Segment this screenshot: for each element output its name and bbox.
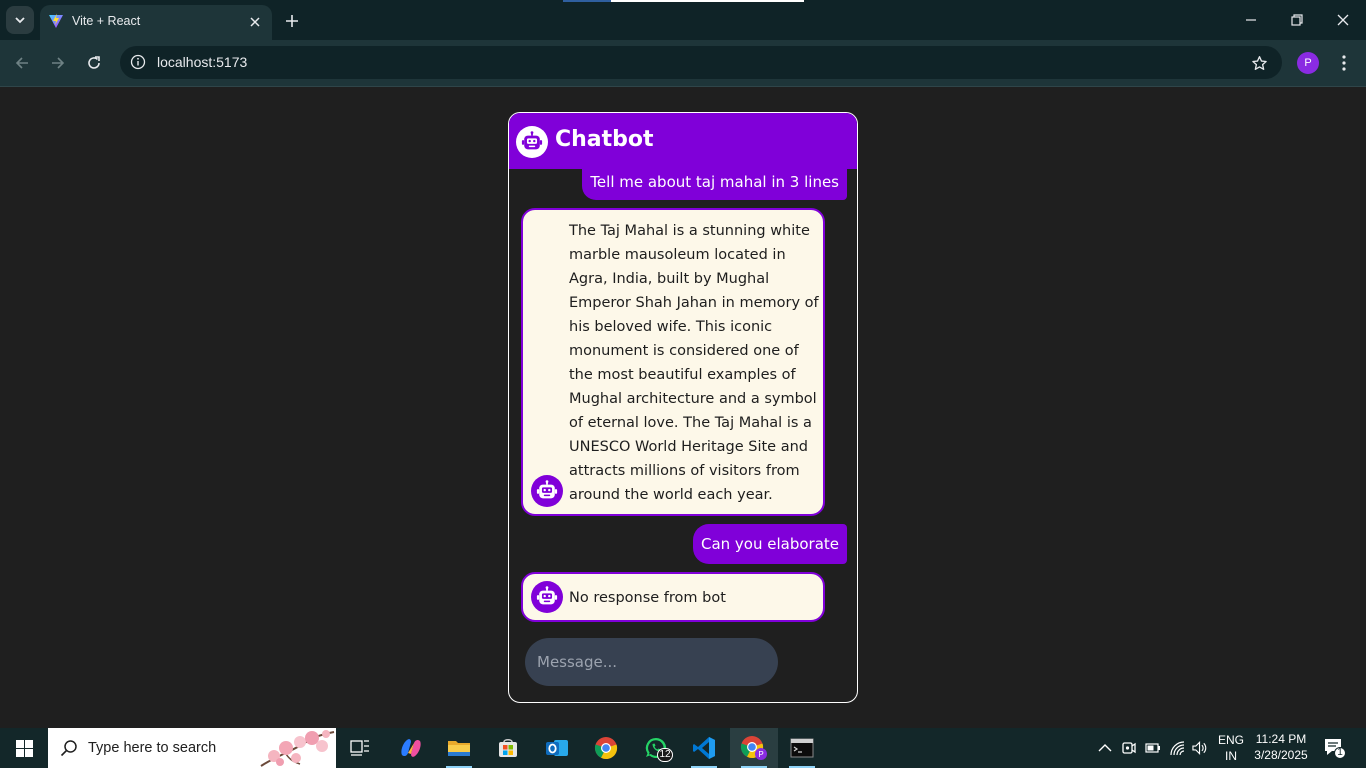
vite-logo-icon [49,13,63,28]
battery-icon [1145,743,1160,753]
bot-message-text: The Taj Mahal is a stunning white marble… [569,223,819,503]
address-bar[interactable]: localhost:5173 [120,46,1282,79]
clock-time: 11:24 PM [1255,732,1307,746]
url-text[interactable]: localhost:5173 [157,54,247,70]
restore-button[interactable] [1274,4,1320,36]
close-window-button[interactable] [1320,4,1366,36]
camera-icon [1122,742,1136,754]
browser-toolbar: localhost:5173 P [0,40,1366,86]
windows-logo-icon [15,739,33,757]
tab-title: Vite + React [72,14,141,28]
close-icon [250,17,260,27]
chatbot-window: Chatbot Tell me about taj mahal in 3 lin… [508,112,858,703]
tab-highlight-strip-light [611,0,804,2]
reload-button[interactable] [79,48,109,78]
copilot-icon [401,739,421,757]
chevron-down-icon [15,17,25,24]
chrome-button[interactable] [583,728,629,768]
profile-avatar[interactable]: P [1297,52,1319,74]
browser-tabstrip: Vite + React [0,0,1366,40]
chat-header: Chatbot [509,113,857,169]
restore-icon [1291,14,1303,26]
search-placeholder: Type here to search [88,740,217,756]
volume-button[interactable] [1192,740,1208,756]
search-icon [60,740,77,757]
info-icon [130,54,146,70]
more-vertical-icon [1342,55,1346,71]
bot-avatar [531,581,563,613]
language-code: ENG [1217,733,1244,747]
star-icon [1251,55,1267,70]
new-tab-button[interactable] [280,9,304,33]
arrow-right-icon [52,57,65,69]
notification-count: 1 [1337,747,1343,758]
user-message: Can you elaborate [692,524,847,564]
battery-button[interactable] [1145,740,1161,756]
tab-highlight-strip [563,0,611,2]
notification-center-button[interactable]: 1 [1322,736,1346,760]
back-button[interactable] [7,48,37,78]
copilot-button[interactable] [388,728,434,768]
arrow-left-icon [15,57,28,69]
toolbar-divider [0,86,1366,87]
outlook-icon [546,740,568,756]
windows-taskbar: Type here to search 12 P ENG IN 11:24 PM… [0,728,1366,768]
chrome-icon [594,737,618,760]
chat-messages[interactable]: Tell me about taj mahal in 3 lines The T… [509,169,857,631]
camera-privacy-button[interactable] [1121,740,1137,756]
svg-text:P: P [758,750,763,759]
taskbar-search[interactable]: Type here to search [48,728,336,768]
speaker-icon [1192,740,1207,756]
tab-close-button[interactable] [246,13,264,31]
minimize-button[interactable] [1228,4,1274,36]
bookmark-button[interactable] [1248,52,1270,74]
wifi-icon [1170,741,1185,756]
close-icon [1337,14,1349,26]
user-message: Tell me about taj mahal in 3 lines [582,169,847,200]
terminal-button[interactable] [779,728,825,768]
language-indicator[interactable]: ENG IN [1214,733,1248,763]
whatsapp-button[interactable]: 12 [633,728,679,768]
store-icon [499,739,517,757]
browser-tab-active[interactable]: Vite + React [40,5,272,40]
reload-icon [88,56,100,69]
chatbot-logo [516,126,548,158]
vscode-button[interactable] [681,728,727,768]
clock[interactable]: 11:24 PM 3/28/2025 [1251,732,1311,762]
notification-badge: 12 [657,748,673,762]
file-explorer-button[interactable] [436,728,482,768]
tab-search-button[interactable] [6,6,34,34]
task-view-icon [350,740,369,756]
site-info-button[interactable] [128,52,148,72]
show-hidden-icons-button[interactable] [1097,740,1113,756]
message-input[interactable] [525,638,778,686]
chrome-profile-icon: P [740,736,767,760]
chevron-up-icon [1098,744,1112,752]
terminal-icon [790,738,814,758]
vscode-icon [693,737,715,759]
robot-icon [536,586,558,605]
chrome-profile-button[interactable]: P [730,728,778,768]
bot-message-text: No response from bot [569,590,726,606]
bot-message: The Taj Mahal is a stunning white marble… [521,208,825,516]
browser-menu-button[interactable] [1334,52,1354,74]
network-button[interactable] [1169,740,1185,756]
region-code: IN [1225,749,1237,763]
clock-date: 3/28/2025 [1254,748,1308,762]
cherry-blossom-icon [260,730,335,767]
bot-message: No response from bot [521,572,825,622]
robot-icon [521,131,543,150]
minimize-icon [1246,19,1256,21]
task-view-button[interactable] [337,728,383,768]
forward-button[interactable] [43,48,73,78]
outlook-button[interactable] [534,728,580,768]
microsoft-store-button[interactable] [485,728,531,768]
start-button[interactable] [0,728,48,768]
chatbot-title: Chatbot [555,127,654,152]
bot-avatar [531,475,563,507]
robot-icon [536,480,558,499]
folder-icon [448,741,470,756]
plus-icon [286,15,298,27]
